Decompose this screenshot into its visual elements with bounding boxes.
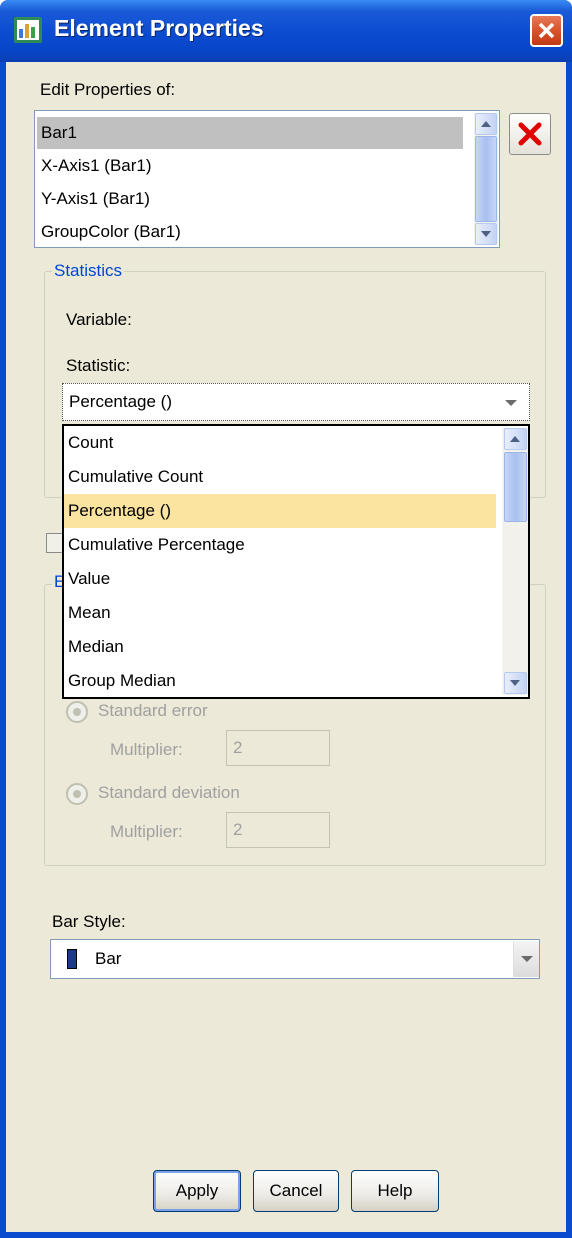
standard-deviation-multiplier-label: Multiplier: xyxy=(110,822,183,841)
edit-properties-scrollbar[interactable] xyxy=(474,113,498,245)
statistic-options-list[interactable]: Count Cumulative Count Percentage () Cum… xyxy=(62,424,530,699)
statistic-option[interactable]: Count xyxy=(68,426,113,460)
statistic-option[interactable]: Cumulative Percentage xyxy=(68,528,245,562)
statistic-option[interactable]: Value xyxy=(68,562,110,596)
bar-style-label: Bar Style: xyxy=(52,912,126,931)
close-icon xyxy=(538,22,555,39)
statistic-option[interactable]: Median xyxy=(68,630,124,664)
list-item[interactable]: GroupColor (Bar1) xyxy=(41,216,181,248)
title-bar[interactable]: Element Properties xyxy=(0,0,572,62)
close-button[interactable] xyxy=(530,14,563,47)
chevron-down-icon xyxy=(505,400,517,406)
statistic-label: Statistic: xyxy=(66,356,131,375)
cancel-button[interactable]: Cancel xyxy=(253,1170,339,1212)
element-properties-window: Element Properties Edit Properties of: B… xyxy=(0,0,572,1238)
standard-deviation-radio[interactable] xyxy=(66,783,88,805)
edit-properties-listbox[interactable]: Bar1 X-Axis1 (Bar1) Y-Axis1 (Bar1) Group… xyxy=(34,110,500,248)
standard-error-label: Standard error xyxy=(98,701,208,720)
statistics-legend: Statistics xyxy=(52,261,125,281)
statistic-option[interactable]: Cumulative Count xyxy=(68,460,203,494)
variable-label: Variable: xyxy=(66,310,132,329)
bar-style-value: Bar xyxy=(95,949,122,968)
chevron-down-icon xyxy=(521,956,533,962)
arrow-down-icon xyxy=(481,231,491,237)
delete-element-button[interactable] xyxy=(509,113,551,155)
scroll-down-button[interactable] xyxy=(475,223,497,245)
window-frame-right xyxy=(566,62,572,1238)
standard-error-multiplier-field[interactable]: 2 xyxy=(226,730,330,766)
bar-style-dropdown-button[interactable] xyxy=(513,941,539,977)
standard-error-radio[interactable] xyxy=(66,701,88,723)
bar-style-dropdown[interactable]: Bar xyxy=(50,939,540,979)
scroll-up-button[interactable] xyxy=(504,428,527,450)
chart-builder-icon xyxy=(14,17,42,43)
statistic-options-scrollbar[interactable] xyxy=(502,428,528,695)
standard-deviation-label: Standard deviation xyxy=(98,783,240,802)
apply-button[interactable]: Apply xyxy=(153,1170,241,1212)
list-item[interactable]: Y-Axis1 (Bar1) xyxy=(41,183,150,215)
window-title: Element Properties xyxy=(54,15,264,41)
edit-properties-label: Edit Properties of: xyxy=(40,80,176,99)
arrow-up-icon xyxy=(510,436,520,442)
arrow-down-icon xyxy=(510,680,520,686)
statistic-option[interactable]: Mean xyxy=(68,596,111,630)
standard-deviation-multiplier-field[interactable]: 2 xyxy=(226,812,330,848)
statistic-selected-value: Percentage () xyxy=(69,392,172,411)
scroll-up-button[interactable] xyxy=(475,113,497,135)
statistic-dropdown[interactable]: Percentage () xyxy=(62,383,530,421)
statistic-option[interactable]: Percentage () xyxy=(64,494,496,528)
window-frame-bottom xyxy=(0,1232,572,1238)
list-item[interactable]: Bar1 xyxy=(37,117,463,149)
statistic-option[interactable]: Group Median xyxy=(68,664,176,698)
scroll-thumb[interactable] xyxy=(504,452,527,522)
standard-error-multiplier-label: Multiplier: xyxy=(110,740,183,759)
help-button[interactable]: Help xyxy=(351,1170,439,1212)
delete-icon xyxy=(518,122,542,146)
list-item[interactable]: X-Axis1 (Bar1) xyxy=(41,150,152,182)
scroll-thumb[interactable] xyxy=(475,136,497,222)
bar-style-swatch-icon xyxy=(67,949,77,969)
arrow-up-icon xyxy=(481,121,491,127)
scroll-down-button[interactable] xyxy=(504,672,527,694)
